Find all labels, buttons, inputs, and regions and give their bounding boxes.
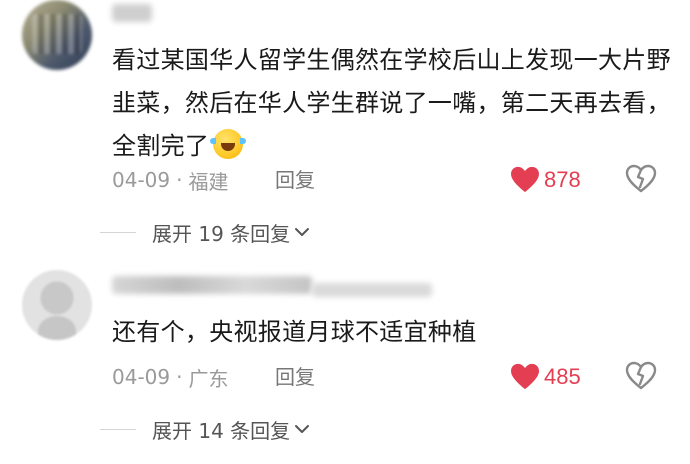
like-count: 485 (544, 364, 581, 389)
dislike-heart-icon[interactable] (625, 164, 657, 194)
meta-separator: · (176, 168, 183, 192)
expand-replies-label: 展开 19 条回复 (152, 221, 291, 246)
avatar[interactable] (22, 270, 92, 340)
heart-icon (511, 363, 539, 390)
comment-meta: 04-09 · 福建 (112, 165, 228, 195)
comment-text: 还有个，央视报道月球不适宜种植 (112, 318, 477, 346)
username-blurred[interactable] (112, 276, 312, 294)
chevron-down-icon (295, 425, 310, 433)
heart-icon (511, 166, 539, 193)
divider (100, 231, 136, 233)
comment-text-body: 看过某国华人留学生偶然在学校后山上发现一大片野韭菜，然后在华人学生群说了一嘴，第… (112, 46, 671, 160)
comment-date: 04-09 (112, 168, 171, 192)
avatar[interactable] (22, 0, 92, 70)
comment-text: 看过某国华人留学生偶然在学校后山上发现一大片野韭菜，然后在华人学生群说了一嘴，第… (112, 39, 672, 168)
comment-date: 04-09 (112, 365, 171, 389)
like-count: 878 (544, 167, 581, 192)
expand-replies-label: 展开 14 条回复 (152, 418, 291, 443)
expand-replies-button[interactable]: 展开 14 条回复 (100, 414, 310, 444)
like-button[interactable]: 485 (510, 362, 581, 392)
chevron-down-icon (295, 228, 310, 236)
laughing-crying-emoji-icon (210, 129, 247, 159)
username-blurred[interactable] (112, 4, 152, 22)
divider (100, 428, 136, 430)
username-blurred-extra (312, 283, 432, 297)
comment-location: 福建 (188, 169, 229, 194)
meta-separator: · (176, 365, 183, 389)
comment-location: 广东 (188, 366, 229, 391)
like-button[interactable]: 878 (510, 165, 581, 195)
comment-meta: 04-09 · 广东 (112, 362, 228, 392)
reply-button[interactable]: 回复 (275, 362, 315, 392)
expand-replies-button[interactable]: 展开 19 条回复 (100, 217, 310, 247)
dislike-heart-icon[interactable] (625, 361, 657, 391)
reply-button[interactable]: 回复 (275, 165, 315, 195)
